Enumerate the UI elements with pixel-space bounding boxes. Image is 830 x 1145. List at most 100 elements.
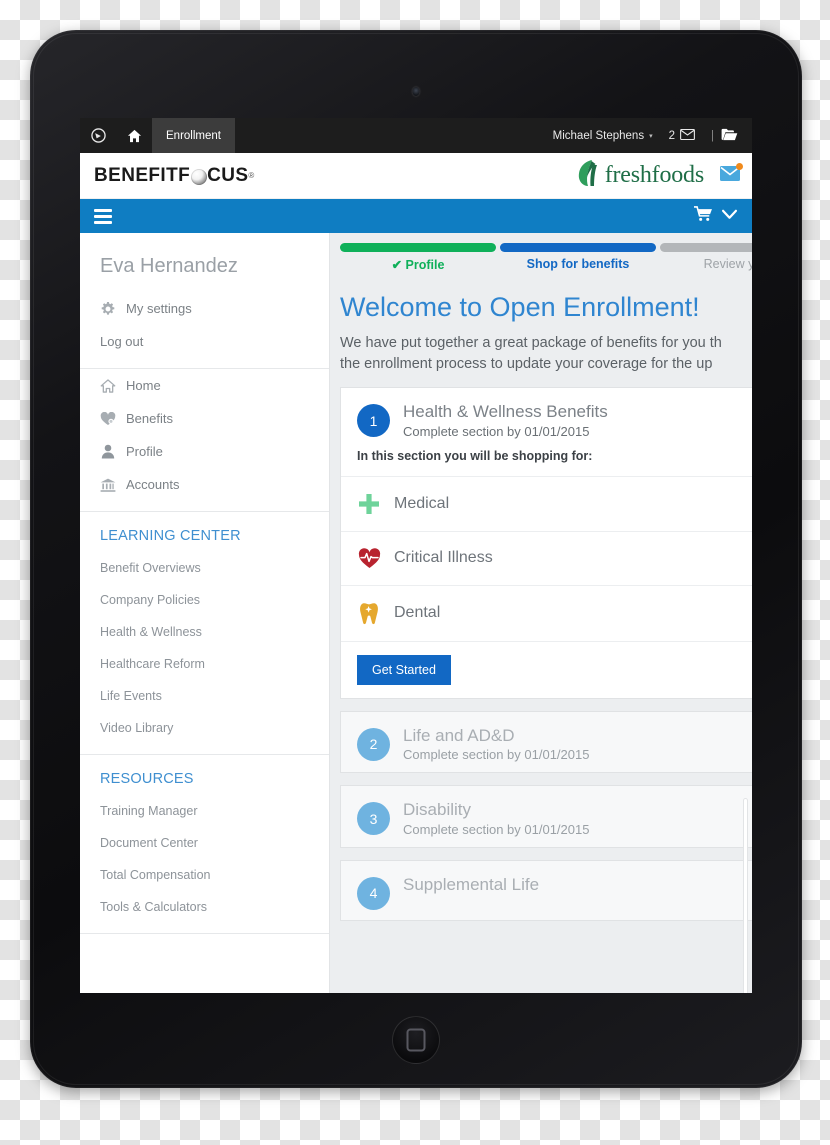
page-content: Eva Hernandez My settings Log out Home B… [80,233,752,993]
step-shop-for-benefits[interactable]: Shop for benefits [500,243,656,272]
topbar-separator: | [711,129,714,142]
sidebar-item-document-center[interactable]: Document Center [80,827,329,859]
get-started-button[interactable]: Get Started [357,654,451,685]
enrollment-progress-steps: ✔ Profile Shop for benefits Review your [340,243,752,272]
logo-text-part1: BENEFITF [94,164,191,186]
card-header: 4 Supplemental Life [341,861,752,920]
step-review-your[interactable]: Review your [660,243,752,272]
benefitfocus-circle-icon[interactable] [80,118,116,153]
logout-group: | [711,128,738,144]
sidebar-item-label: Benefits [126,411,173,426]
tablet-device: Enrollment Michael Stephens ▾ 2 | BENEFI… [30,30,802,1088]
sidebar-item-label: Accounts [126,477,180,492]
card-note: In this section you will be shopping for… [357,448,593,463]
nav-right-group [693,205,738,227]
sidebar-item-label: Log out [100,334,144,349]
leaf-icon [576,158,602,193]
logo-registered-mark: ® [248,171,255,180]
sidebar-item-log-out[interactable]: Log out [80,325,329,358]
sidebar-item-tools-calculators[interactable]: Tools & Calculators [80,891,329,923]
medical-cross-icon [357,493,381,515]
sidebar-item-healthcare-reform[interactable]: Healthcare Reform [80,648,329,680]
card-header: 2 Life and AD&D Complete section by 01/0… [341,712,752,773]
message-count: 2 [668,129,675,142]
card-title: Life and AD&D [403,725,515,745]
card-header-text: Supplemental Life [403,875,539,895]
chevron-down-icon[interactable] [721,207,738,225]
topbar-right-group: Michael Stephens ▾ 2 | [553,118,752,153]
sidebar-item-video-library[interactable]: Video Library [80,712,329,744]
home-icon [100,378,116,393]
tablet-screen: Enrollment Michael Stephens ▾ 2 | BENEFI… [80,118,752,993]
sidebar-item-home[interactable]: Home [80,369,329,402]
shopping-cart-icon[interactable] [693,205,713,227]
section-number-badge: 2 [357,727,390,761]
section-card-disability[interactable]: 3 Disability Complete section by 01/01/2… [340,785,752,848]
card-header-text: Health & Wellness Benefits Complete sect… [403,402,608,439]
user-menu[interactable]: Michael Stephens ▾ [553,130,653,142]
sidebar: Eva Hernandez My settings Log out Home B… [80,233,330,993]
main-scrollbar[interactable] [743,798,748,993]
client-logo: freshfoods [576,158,704,193]
benefit-row-critical-illness[interactable]: Critical Illness [341,530,752,585]
step-progress-bar [500,243,656,252]
tab-enrollment[interactable]: Enrollment [152,118,235,153]
gear-icon [100,301,116,316]
card-title: Disability [403,800,472,820]
benefit-row-dental[interactable]: Dental [341,584,752,641]
section-card-supplemental-life[interactable]: 4 Supplemental Life [340,859,752,921]
sidebar-item-life-events[interactable]: Life Events [80,680,329,712]
sidebar-section-heading: LEARNING CENTER [100,528,241,544]
benefit-row-medical[interactable]: Medical [341,475,752,531]
front-camera [412,87,420,96]
section-card-health-wellness[interactable]: 1 Health & Wellness Benefits Complete se… [340,387,752,699]
brand-bar: BENEFITF CUS ® freshfoods [80,153,752,199]
folder-open-icon[interactable] [721,128,738,144]
home-icon[interactable] [116,118,152,153]
card-header-text: Disability Complete section by 01/01/201… [403,800,589,837]
sidebar-section-learning-center: LEARNING CENTER Benefit Overviews Compan… [80,512,329,755]
section-card-life-and-add[interactable]: 2 Life and AD&D Complete section by 01/0… [340,710,752,774]
card-header: 1 Health & Wellness Benefits Complete se… [341,388,752,449]
sidebar-item-label: Profile [126,444,163,459]
user-menu-label: Michael Stephens [552,129,645,142]
sidebar-item-benefit-overviews[interactable]: Benefit Overviews [80,552,329,584]
sidebar-item-training-manager[interactable]: Training Manager [80,795,329,827]
logo-o-ring-icon [190,168,207,185]
sidebar-item-health-wellness[interactable]: Health & Wellness [80,616,329,648]
device-home-button[interactable] [392,1016,440,1064]
sidebar-item-company-policies[interactable]: Company Policies [80,584,329,616]
brand-messages-icon[interactable] [720,162,743,186]
new-message-badge [736,162,743,170]
app-topbar: Enrollment Michael Stephens ▾ 2 | [80,118,752,153]
sidebar-nav-group: Home Benefits Profile Accounts [80,369,329,512]
step-label: ✔ Profile [391,258,445,272]
intro-line-2: the enrollment process to update your co… [340,356,713,373]
intro-line-1: We have put together a great package of … [340,335,722,351]
sidebar-item-benefits[interactable]: Benefits [80,402,329,435]
messages-link[interactable]: 2 [668,128,695,143]
sidebar-section-heading: RESOURCES [100,771,194,787]
benefitfocus-logo[interactable]: BENEFITF CUS ® [94,165,255,187]
sidebar-item-total-compensation[interactable]: Total Compensation [80,859,329,891]
section-number-badge: 1 [357,404,390,438]
sidebar-item-my-settings[interactable]: My settings [80,292,329,325]
sidebar-item-label: My settings [126,301,192,316]
step-profile[interactable]: ✔ Profile [340,243,496,272]
sidebar-item-accounts[interactable]: Accounts [80,468,329,501]
card-subtitle: Complete section by 01/01/2015 [403,821,590,837]
step-label: Review your [703,257,752,271]
client-name: freshfoods [604,162,705,188]
sidebar-item-label: Home [126,378,161,393]
hamburger-menu-icon[interactable] [94,208,112,224]
section-number-badge: 4 [357,876,390,910]
card-subtitle: Complete section by 01/01/2015 [403,747,590,763]
sidebar-item-profile[interactable]: Profile [80,435,329,468]
sidebar-account-group: My settings Log out [80,292,329,369]
hamburger-line [94,208,112,212]
card-title: Supplemental Life [403,874,540,894]
main-panel: ✔ Profile Shop for benefits Review your … [330,233,752,993]
chevron-down-icon: ▾ [649,132,653,140]
sidebar-user-name: Eva Hernandez [100,255,238,277]
benefit-label: Dental [394,604,441,622]
